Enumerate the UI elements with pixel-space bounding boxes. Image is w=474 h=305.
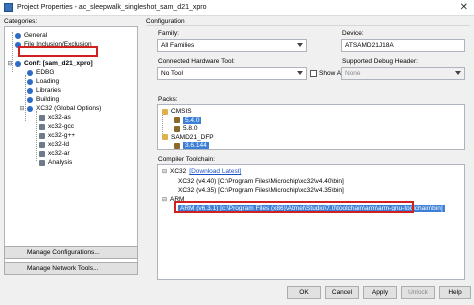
tool-icon: [39, 141, 45, 148]
node-icon: [27, 96, 33, 103]
tree-item-label: xc32-as: [48, 114, 71, 121]
pack-item-label: CMSIS: [171, 108, 192, 115]
node-icon: [15, 32, 21, 39]
pack-item-label: 5.8.0: [183, 125, 198, 132]
apply-button[interactable]: Apply: [363, 286, 397, 299]
family-select[interactable]: All Families: [157, 39, 307, 52]
tree-item[interactable]: General: [7, 31, 47, 40]
tree-item-label: Loading: [36, 78, 60, 85]
connected-hardware-select[interactable]: No Tool: [157, 67, 307, 80]
help-button[interactable]: Help: [439, 286, 471, 299]
family-value: All Families: [161, 42, 195, 49]
arm-highlight-box: [174, 201, 414, 213]
chevron-down-icon: [297, 43, 303, 47]
tree-item[interactable]: xc32-as: [31, 113, 71, 122]
node-icon: [27, 87, 33, 94]
ok-button[interactable]: OK: [287, 286, 321, 299]
tree-item[interactable]: Libraries: [19, 86, 61, 95]
tree-item-label: General: [24, 32, 48, 39]
tree-item[interactable]: xc32-ld: [31, 140, 69, 149]
conf-highlight-box: [18, 46, 98, 57]
package-icon: [174, 125, 180, 132]
manage-configurations-button[interactable]: Manage Configurations...: [4, 246, 138, 259]
cancel-button[interactable]: Cancel: [325, 286, 359, 299]
pack-item[interactable]: 3.6.144: [174, 141, 209, 149]
folder-icon: [162, 134, 168, 140]
categories-label: Categories:: [4, 18, 38, 25]
tree-item[interactable]: EDBG: [19, 68, 54, 77]
connected-hardware-value: No Tool: [161, 70, 183, 77]
tree-item-label: xc32-g++: [48, 132, 76, 139]
tree-item-label: Libraries: [36, 87, 61, 94]
configuration-divider: [146, 25, 470, 26]
tree-item-label: XC32 (Global Options): [36, 105, 102, 112]
tool-icon: [39, 159, 45, 166]
tree-item-label: xc32-gcc: [48, 123, 75, 130]
tool-icon: [39, 123, 45, 130]
tool-icon: [39, 132, 45, 139]
node-icon: [15, 60, 21, 67]
tool-icon: [39, 114, 45, 121]
configuration-heading: Configuration: [146, 18, 185, 25]
device-value: ATSAMD21J18A: [345, 42, 394, 49]
debug-header-value: None: [345, 70, 361, 77]
node-icon: [27, 105, 33, 112]
compiler-toolchain-panel: ⊟ XC32 [Download Latest] XC32 (v4.40) [C…: [157, 164, 465, 280]
package-icon: [174, 117, 180, 123]
close-icon[interactable]: ✕: [460, 2, 468, 13]
compiler-toolchain-label: Compiler Toolchain:: [158, 156, 215, 163]
toolchain-entry[interactable]: XC32 (v4.35) [C:\Program Files\Microchip…: [178, 186, 344, 195]
xc32-header: XC32: [170, 168, 187, 175]
unlock-button[interactable]: Unlock: [401, 286, 435, 299]
tree-item[interactable]: xc32-ar: [31, 149, 70, 158]
window-title: Project Properties - ac_sleepwalk_single…: [17, 4, 207, 11]
device-field[interactable]: ATSAMD21J18A: [341, 39, 465, 52]
packs-panel: CMSIS 5.4.0 5.8.0 SAMD21_DFP 3.6.144: [157, 104, 465, 150]
debug-header-select[interactable]: None: [341, 67, 465, 80]
tree-item-label: xc32-ld: [48, 141, 69, 148]
pack-item-label: 3.6.144: [183, 142, 209, 149]
show-all-checkbox[interactable]: [310, 70, 317, 77]
device-label: Device:: [342, 30, 364, 37]
app-icon: [4, 3, 13, 12]
tree-item[interactable]: ⊟ Conf: [sam_d21_xpro]: [7, 59, 93, 68]
packs-label: Packs:: [158, 96, 178, 103]
tree-item-label: Conf: [sam_d21_xpro]: [24, 60, 93, 67]
chevron-down-icon: [297, 71, 303, 75]
title-bar: Project Properties - ac_sleepwalk_single…: [0, 0, 474, 16]
pack-item-label: 5.4.0: [183, 116, 202, 124]
node-icon: [27, 78, 33, 85]
manage-network-tools-button[interactable]: Manage Network Tools...: [4, 262, 138, 275]
package-icon: [174, 142, 180, 149]
chevron-down-icon: [455, 71, 461, 75]
tree-item[interactable]: Loading: [19, 77, 59, 86]
connected-hardware-label: Connected Hardware Tool:: [158, 58, 235, 65]
pack-item-label: SAMD21_DFP: [171, 133, 214, 141]
folder-icon: [162, 108, 168, 115]
tool-icon: [39, 150, 45, 157]
debug-header-label: Supported Debug Header:: [342, 58, 418, 65]
tree-item[interactable]: xc32-g++: [31, 131, 75, 140]
tree-item[interactable]: xc32-gcc: [31, 122, 74, 131]
tree-item-label: Analysis: [48, 159, 73, 166]
family-label: Family:: [158, 30, 179, 37]
tree-item[interactable]: ⊟ XC32 (Global Options): [19, 104, 101, 113]
toolchain-entry[interactable]: XC32 (v4.40) [C:\Program Files\Microchip…: [178, 177, 344, 186]
collapse-icon: ⊟: [7, 61, 13, 67]
categories-tree: General File Inclusion/Exclusion ⊟ Conf: [s…: [4, 26, 138, 270]
collapse-icon: ⊟: [162, 197, 168, 203]
collapse-icon: ⊟: [162, 169, 168, 175]
tree-item-label: Building: [36, 96, 60, 103]
tree-item-label: EDBG: [36, 69, 55, 76]
tree-item[interactable]: Building: [19, 95, 59, 104]
tree-item[interactable]: Analysis: [31, 158, 72, 167]
download-latest-link[interactable]: [Download Latest]: [189, 168, 241, 175]
node-icon: [27, 69, 33, 76]
collapse-icon: ⊟: [19, 106, 25, 112]
xc32-group[interactable]: ⊟ XC32 [Download Latest]: [162, 167, 241, 176]
tree-item-label: xc32-ar: [48, 150, 70, 157]
